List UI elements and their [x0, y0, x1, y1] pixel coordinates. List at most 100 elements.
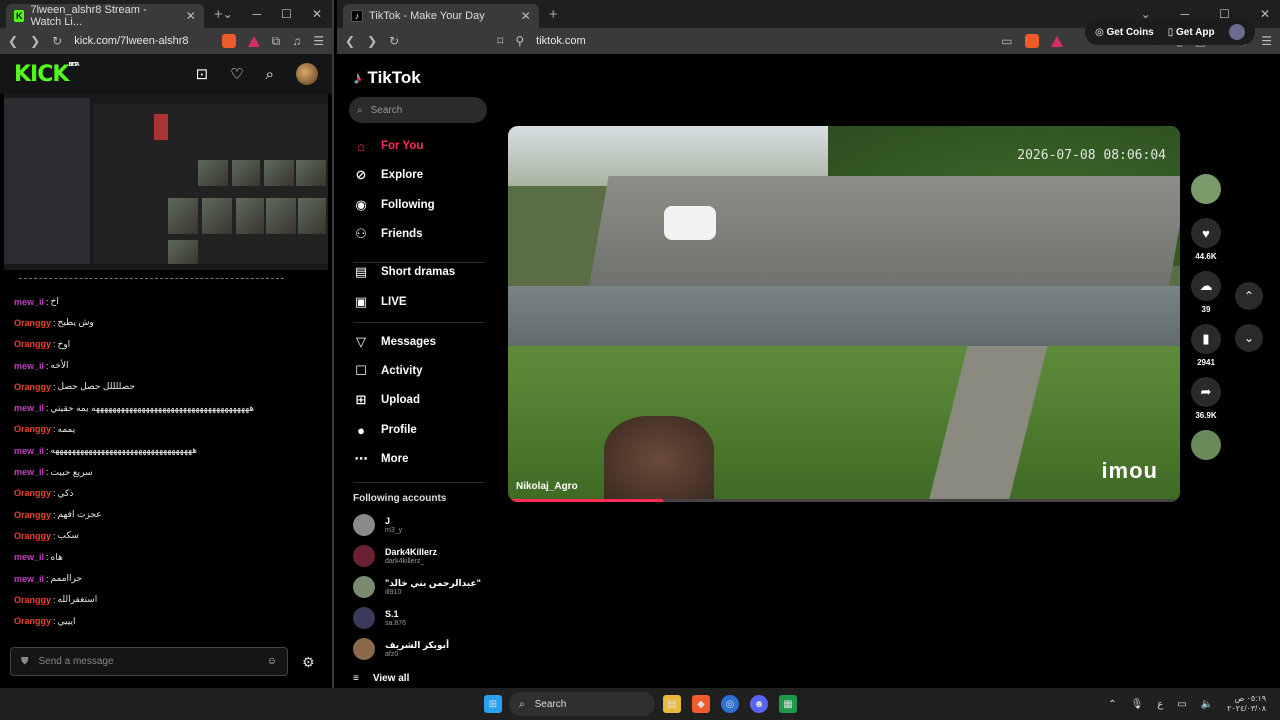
start-windows-icon[interactable]: ⊞ [484, 695, 502, 713]
nav-item-live[interactable]: ▣ LIVE [353, 290, 503, 314]
close-window-icon[interactable]: ✕ [1260, 7, 1270, 21]
brave-rewards-icon[interactable] [247, 35, 260, 47]
chat-username[interactable]: mew_il [14, 297, 44, 307]
reload-icon[interactable]: ↻ [389, 34, 399, 48]
menu-icon[interactable]: ☰ [313, 34, 324, 48]
tiktok-logo[interactable]: ♪ TikTok [353, 68, 421, 88]
minimize-icon[interactable]: ─ [253, 7, 262, 21]
tab-search-icon[interactable]: ⌄ [223, 7, 233, 21]
taskbar-search[interactable]: ⌕ Search [509, 692, 655, 716]
new-tab-icon[interactable]: + [214, 6, 223, 23]
kick-tab[interactable]: K 7lween_alshr8 Stream - Watch Li... ✕ [6, 4, 204, 28]
share-icon[interactable]: ➦ [1191, 377, 1221, 407]
tiktok-tab[interactable]: ♪ TikTok - Make Your Day ✕ [343, 4, 539, 28]
volume-icon[interactable]: 🔈 [1201, 699, 1213, 710]
chat-username[interactable]: Oranggy [14, 424, 51, 434]
brave-icon[interactable]: ◆ [692, 695, 710, 713]
close-tab-icon[interactable]: ✕ [186, 9, 196, 23]
comment-icon[interactable]: ☁ [1191, 271, 1221, 301]
chat-settings-gear-icon[interactable]: ⚙ [302, 654, 315, 671]
microphone-icon[interactable]: 🎙 [1131, 699, 1144, 710]
kick-url[interactable]: kick.com/7lween-alshr8 [74, 35, 209, 47]
profile-avatar[interactable] [1228, 24, 1245, 40]
video-username[interactable]: Nikolaj_Agro [516, 481, 578, 492]
discord-icon[interactable]: ☻ [750, 695, 768, 713]
nav-item-messages[interactable]: ▽ Messages [353, 330, 503, 354]
nav-item-activity[interactable]: ☐ Activity [353, 359, 503, 383]
back-icon[interactable]: ❮ [345, 34, 355, 48]
chat-username[interactable]: mew_il [14, 403, 44, 413]
brave-rewards-icon[interactable] [1050, 35, 1063, 47]
forward-icon[interactable]: ❯ [367, 34, 377, 48]
next-video-chevron-down-icon[interactable]: ⌄ [1235, 324, 1263, 352]
close-tab-icon[interactable]: ✕ [521, 9, 531, 23]
brave-shield-icon[interactable] [1024, 34, 1039, 48]
extensions-icon[interactable]: ⧉ [272, 34, 281, 49]
view-all-link[interactable]: ≡ View all [353, 673, 409, 684]
reload-icon[interactable]: ↻ [52, 34, 62, 48]
chat-username[interactable]: Oranggy [14, 488, 51, 498]
nav-item-more[interactable]: ⋯ More [353, 447, 503, 471]
browse-icon[interactable]: ⊡ [196, 65, 209, 83]
video-player[interactable]: 2026-07-08 08:06:04 Nikolaj_Agro imou [508, 126, 1180, 502]
media-icon[interactable]: ♫ [292, 34, 301, 48]
following-account[interactable]: "عبدالرحمن بني خالد" ill910 [353, 576, 503, 598]
avatar[interactable] [296, 63, 318, 85]
network-icon[interactable]: ▭ [1177, 699, 1186, 710]
following-heart-icon[interactable]: ♡ [230, 65, 243, 83]
back-icon[interactable]: ❮ [8, 34, 18, 48]
music-disc-avatar[interactable] [1191, 430, 1221, 460]
emoji-icon[interactable]: ☺ [267, 656, 277, 667]
video-progress-bar[interactable] [508, 499, 1180, 502]
stream-player[interactable] [4, 94, 328, 270]
kick-logo[interactable]: KICKBETA [14, 62, 80, 87]
previous-video-chevron-up-icon[interactable]: ⌃ [1235, 282, 1263, 310]
bookmark-page-icon[interactable]: ⌑ [497, 34, 503, 48]
heart-icon[interactable]: ♥ [1191, 218, 1221, 248]
tiktok-url[interactable]: tiktok.com [536, 35, 989, 47]
menu-icon[interactable]: ☰ [1261, 34, 1272, 48]
chat-username[interactable]: mew_il [14, 361, 44, 371]
tray-chevron-up-icon[interactable]: ⌃ [1108, 699, 1116, 710]
nav-item-profile[interactable]: ● Profile [353, 418, 503, 442]
nav-item-short-dramas[interactable]: ▤ Short dramas [353, 260, 503, 284]
chat-username[interactable]: mew_il [14, 446, 44, 456]
chat-username[interactable]: mew_il [14, 467, 44, 477]
following-account[interactable]: S.1 sa.876 [353, 607, 503, 629]
chat-username[interactable]: Oranggy [14, 339, 51, 349]
chat-username[interactable]: mew_il [14, 552, 44, 562]
nav-item-following[interactable]: ◉ Following [353, 193, 503, 217]
search-icon[interactable]: ⌕ [266, 66, 274, 83]
following-account[interactable]: Dark4Killerz dark4killerz_ [353, 545, 503, 567]
clock[interactable]: ٠٥:١٩ ص ٢٠٢٤/٠٣/٠٨ [1227, 694, 1266, 714]
chat-username[interactable]: mew_il [14, 574, 44, 584]
nav-item-explore[interactable]: ⊘ Explore [353, 163, 503, 187]
chat-username[interactable]: Oranggy [14, 510, 51, 520]
chat-username[interactable]: Oranggy [14, 616, 51, 626]
get-app-button[interactable]: ▯ Get App [1168, 27, 1215, 38]
app-icon[interactable]: ◎ [721, 695, 739, 713]
creator-avatar[interactable] [1191, 174, 1221, 204]
site-info-icon[interactable]: ⚲ [515, 34, 524, 48]
maximize-icon[interactable]: ☐ [281, 7, 292, 21]
nav-item-for-you[interactable]: ⌂ For You [353, 134, 503, 158]
following-account[interactable]: أبوبكر الشريف afz0 [353, 638, 503, 660]
language-indicator[interactable]: ع [1157, 699, 1163, 710]
close-window-icon[interactable]: ✕ [312, 7, 322, 21]
file-explorer-icon[interactable]: ▤ [663, 695, 681, 713]
brave-shield-icon[interactable] [221, 34, 236, 48]
get-coins-button[interactable]: ◎ Get Coins [1095, 27, 1154, 38]
chat-username[interactable]: Oranggy [14, 382, 51, 392]
nav-item-upload[interactable]: ⊞ Upload [353, 388, 503, 412]
chat-input[interactable]: ⛊ Send a message ☺ [10, 647, 288, 676]
bookmark-icon[interactable]: ▮ [1191, 324, 1221, 354]
following-account[interactable]: Jm3_y [353, 514, 503, 536]
nav-item-friends[interactable]: ⚇ Friends [353, 222, 503, 246]
spreadsheet-icon[interactable]: ▦ [779, 695, 797, 713]
chat-username[interactable]: Oranggy [14, 595, 51, 605]
chat-username[interactable]: Oranggy [14, 531, 51, 541]
search-input[interactable]: ⌕ Search [349, 97, 487, 123]
new-tab-icon[interactable]: + [549, 6, 558, 23]
cast-icon[interactable]: ▭ [1001, 34, 1012, 48]
forward-icon[interactable]: ❯ [30, 34, 40, 48]
